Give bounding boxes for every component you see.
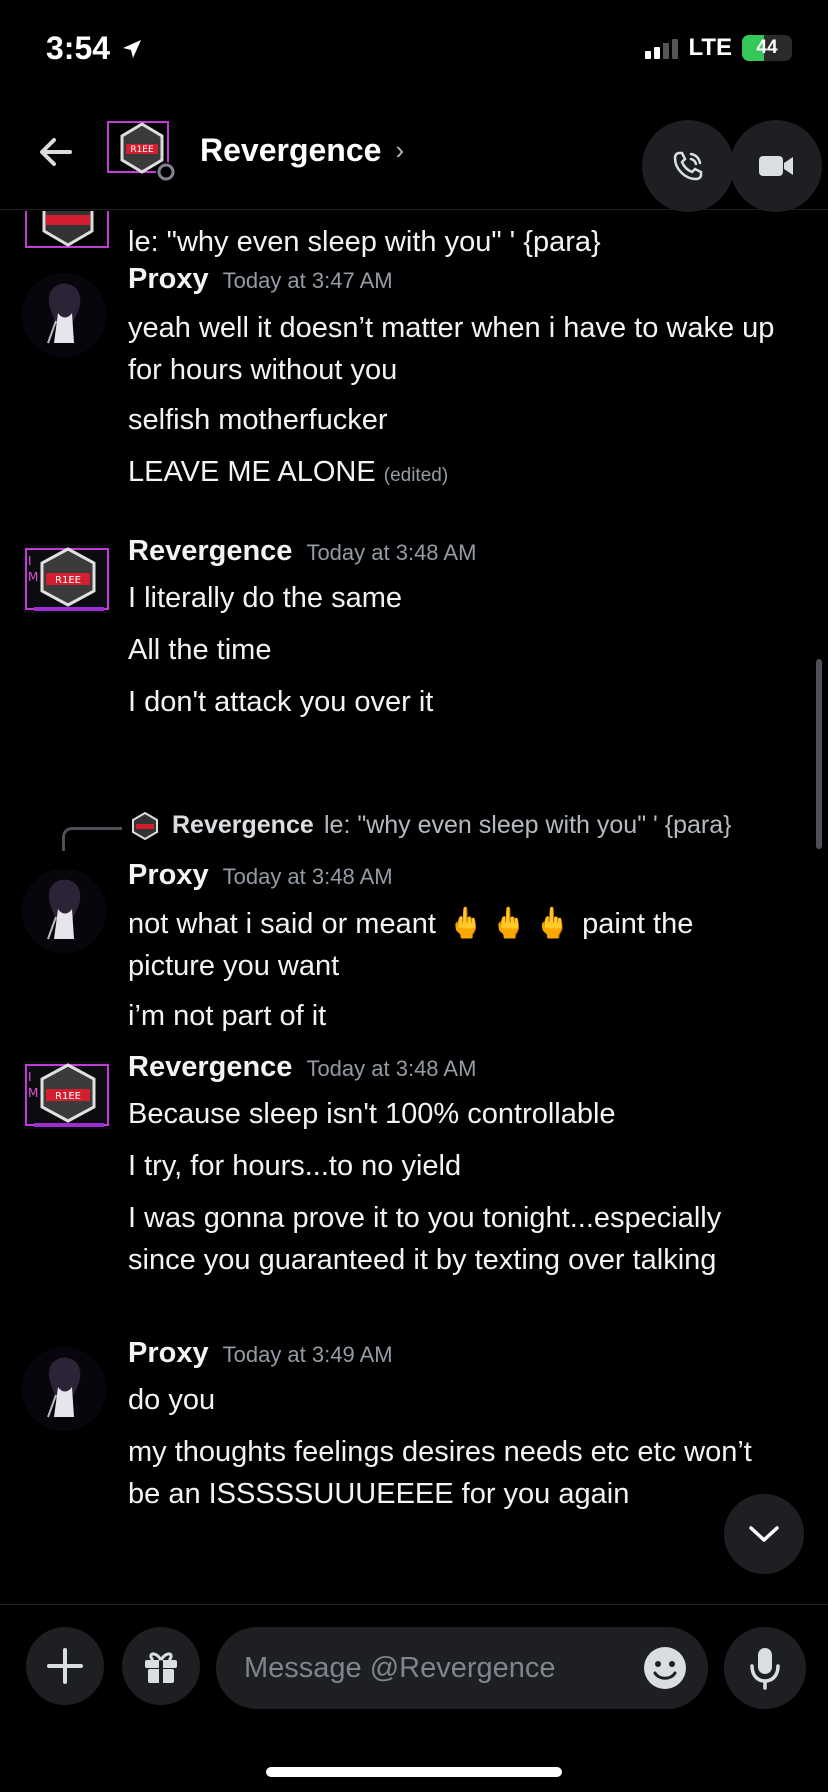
revergence-avatar-icon: R1EE [107, 121, 176, 182]
svg-text:R1EE: R1EE [55, 1091, 81, 1102]
chevron-down-icon [749, 1526, 779, 1542]
message-input[interactable] [216, 1627, 708, 1709]
message-text: yeah well it doesn’t matter when i have … [128, 312, 775, 386]
svg-text:R1EE: R1EE [55, 575, 81, 586]
author-name: Proxy [128, 859, 209, 891]
message-text-content: not what i said or meant [128, 908, 436, 940]
home-indicator[interactable] [266, 1767, 562, 1777]
video-call-button[interactable] [730, 120, 822, 212]
edited-tag: (edited) [383, 465, 449, 486]
message-text-content: LEAVE ME ALONE [128, 456, 376, 488]
microphone-icon [750, 1648, 780, 1690]
message-text: All the time [128, 634, 272, 666]
message-text-content: paint the [582, 908, 694, 940]
author-name: Proxy [128, 1337, 209, 1369]
arrow-left-icon [40, 138, 72, 166]
message-list[interactable]: le: "why even sleep with you" ' {para} P… [0, 211, 828, 1604]
svg-text:R1EE: R1EE [130, 145, 154, 155]
middle-finger-emoji-icon: 🖕 [533, 907, 572, 940]
channel-header: R1EE Revergence › [0, 100, 828, 212]
message-author[interactable]: Revergence Today at 3:48 AM [128, 1051, 476, 1084]
svg-text:M: M [28, 570, 38, 584]
message-author[interactable]: Proxy Today at 3:48 AM [128, 859, 393, 892]
proxy-avatar-icon[interactable] [22, 869, 106, 953]
header-avatar[interactable]: R1EE [106, 118, 178, 184]
message-text: i’m not part of it [128, 1000, 327, 1032]
cellular-signal-icon [645, 37, 679, 59]
status-indicators: LTE 44 [645, 34, 792, 62]
message-text: I don't attack you over it [128, 686, 434, 718]
svg-text:I: I [28, 554, 32, 568]
message-author[interactable]: Proxy Today at 3:47 AM [128, 263, 393, 296]
reply-reference[interactable]: Revergence le: "why even sleep with you"… [62, 809, 822, 851]
phone-icon [673, 151, 703, 181]
location-arrow-icon [123, 39, 142, 58]
proxy-avatar-icon[interactable] [22, 1347, 106, 1431]
clock-text: 3:54 [46, 30, 111, 66]
message-text: I literally do the same [128, 582, 403, 614]
gift-icon [145, 1652, 177, 1683]
svg-text:M: M [28, 1086, 38, 1100]
chevron-right-icon: › [395, 135, 405, 165]
svg-text:I: I [28, 1070, 32, 1084]
back-button[interactable] [34, 130, 78, 174]
revergence-avatar-icon[interactable]: I M R1EE [22, 1057, 114, 1135]
video-camera-icon [759, 156, 793, 176]
message-timestamp: Today at 3:48 AM [222, 864, 393, 889]
author-name: Revergence [128, 535, 293, 567]
message-author[interactable]: Proxy Today at 3:49 AM [128, 1337, 393, 1370]
message-text: my thoughts feelings desires needs etc e… [128, 1436, 752, 1510]
message-text: not what i said or meant 🖕 🖕 🖕 paint the p… [128, 903, 788, 987]
message-author[interactable]: Revergence Today at 3:48 AM [128, 535, 476, 568]
message-text: le: "why even sleep with you" ' {para} [128, 226, 601, 258]
voice-message-button[interactable] [724, 1627, 806, 1709]
message-timestamp: Today at 3:48 AM [306, 540, 477, 565]
channel-name: Revergence [200, 132, 382, 168]
reply-connector [62, 827, 122, 851]
revergence-avatar-icon [132, 811, 158, 841]
message-text-content: picture you want [128, 950, 340, 982]
message-text: Because sleep isn't 100% controllable [128, 1098, 616, 1130]
message-composer [0, 1604, 828, 1792]
message-text: selfish motherfucker [128, 404, 388, 436]
message-timestamp: Today at 3:48 AM [306, 1056, 477, 1081]
middle-finger-emoji-icon: 🖕 [446, 907, 485, 940]
scrollbar-thumb[interactable] [816, 659, 822, 849]
reply-preview-text: le: "why even sleep with you" ' {para} [324, 811, 732, 839]
smiley-icon [644, 1647, 686, 1689]
author-name: Revergence [128, 1051, 293, 1083]
header-title[interactable]: Revergence › [200, 132, 404, 169]
plus-icon [47, 1648, 83, 1684]
gift-button[interactable] [122, 1627, 200, 1705]
status-time: 3:54 [46, 30, 144, 67]
voice-call-button[interactable] [642, 120, 734, 212]
status-bar: 3:54 LTE 44 [0, 0, 828, 100]
attach-button[interactable] [26, 1627, 104, 1705]
battery-icon: 44 [742, 35, 792, 61]
message-text: I try, for hours...to no yield [128, 1150, 462, 1182]
battery-percent: 44 [756, 37, 778, 58]
network-type: LTE [688, 34, 732, 61]
revergence-avatar-icon[interactable]: I M R1EE [22, 541, 114, 619]
reply-author: Revergence [172, 811, 314, 839]
message-text: do you [128, 1384, 216, 1416]
message-timestamp: Today at 3:49 AM [222, 1342, 393, 1367]
revergence-avatar-icon [25, 211, 109, 248]
proxy-avatar-icon[interactable] [22, 273, 106, 357]
message-text: I was gonna prove it to you tonight...es… [128, 1202, 722, 1276]
author-name: Proxy [128, 263, 209, 295]
message-text: LEAVE ME ALONE (edited) [128, 451, 788, 497]
emoji-button[interactable] [642, 1645, 688, 1691]
middle-finger-emoji-icon: 🖕 [490, 907, 528, 940]
message-timestamp: Today at 3:47 AM [222, 268, 393, 293]
jump-to-latest-button[interactable] [724, 1494, 804, 1574]
